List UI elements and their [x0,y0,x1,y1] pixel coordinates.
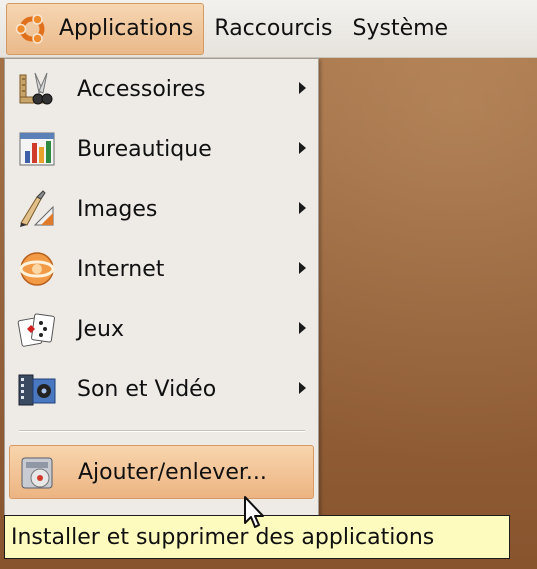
menu-raccourcis[interactable]: Raccourcis [204,3,342,55]
games-icon [17,309,57,349]
package-installer-icon [18,452,58,492]
menu-item-label: Accessoires [77,76,206,102]
mouse-pointer-icon [242,495,272,531]
menu-item-add-remove[interactable]: Ajouter/enlever... [9,445,314,499]
menu-separator [19,430,305,432]
top-panel: Applications Raccourcis Système [0,0,537,58]
accessories-icon [17,69,57,109]
menu-item-label: Bureautique [77,136,212,162]
menu-item-label: Son et Vidéo [77,376,217,402]
office-icon [17,129,57,169]
submenu-arrow-icon [299,262,306,274]
menu-applications[interactable]: Applications [6,2,205,55]
menu-item-son-et-video[interactable]: Son et Vidéo [9,361,314,417]
ubuntu-logo-icon [15,12,49,46]
menu-item-label: Images [77,196,158,222]
internet-icon [17,249,57,289]
menu-item-jeux[interactable]: Jeux [9,301,314,357]
submenu-arrow-icon [299,202,306,214]
submenu-arrow-icon [299,82,306,94]
menu-item-internet[interactable]: Internet [9,241,314,297]
menu-item-images[interactable]: Images [9,181,314,237]
menu-systeme-label: Système [352,16,449,41]
menu-item-accessoires[interactable]: Accessoires [9,61,314,117]
submenu-arrow-icon [299,382,306,394]
menu-systeme[interactable]: Système [343,3,459,55]
menu-raccourcis-label: Raccourcis [214,16,333,41]
multimedia-icon [17,369,57,409]
menu-applications-label: Applications [59,16,194,41]
menu-item-label: Ajouter/enlever... [78,459,267,485]
applications-menu: Accessoires Bureautique Images Internet … [4,58,319,518]
menu-item-label: Internet [77,256,165,282]
menu-item-bureautique[interactable]: Bureautique [9,121,314,177]
menu-item-label: Jeux [77,316,124,342]
tooltip-text: Installer et supprimer des applications [11,524,435,550]
submenu-arrow-icon [299,142,306,154]
desktop: Applications Raccourcis Système Accessoi… [0,0,537,569]
submenu-arrow-icon [299,322,306,334]
graphics-icon [17,189,57,229]
